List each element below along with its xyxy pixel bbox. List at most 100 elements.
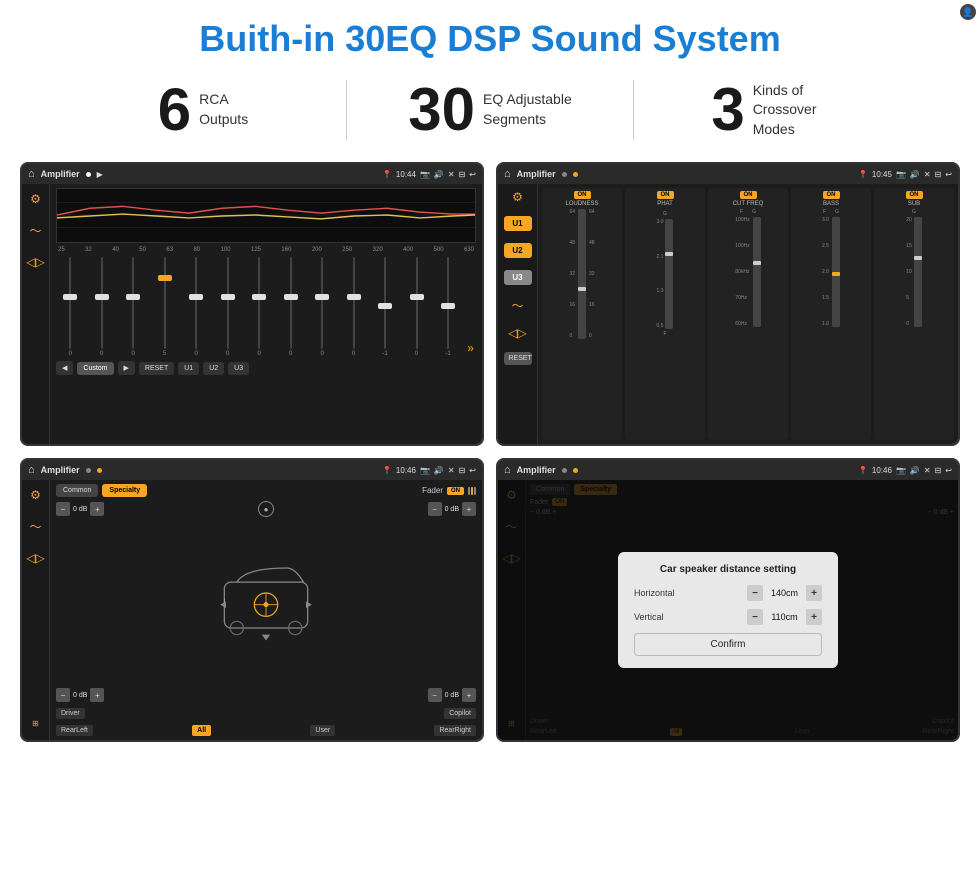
tab-specialty[interactable]: Specialty [102, 484, 147, 497]
eq-time: 10:44 [396, 170, 416, 179]
volume-row-1: − 0 dB + ● − 0 dB + [56, 501, 476, 517]
u1-btn[interactable]: U1 [504, 216, 532, 231]
cross-filter-icon[interactable]: ⚙ [512, 190, 523, 204]
all-btn[interactable]: All [192, 725, 211, 736]
eq-more-icon[interactable]: » [465, 339, 476, 357]
eq-filter-icon[interactable]: ⚙ [30, 192, 41, 206]
eq-prev-btn[interactable]: ◀ [56, 361, 73, 375]
close-icon-2[interactable]: ✕ [924, 170, 931, 179]
fader-on-toggle[interactable]: ON [447, 487, 464, 495]
loudness-on-badge[interactable]: ON [574, 191, 591, 199]
vol-plus-lt[interactable]: + [90, 502, 104, 516]
eq-volume-icon[interactable]: ◁▷ [26, 255, 44, 269]
eq-graph [56, 188, 476, 243]
eq-u2-btn[interactable]: U2 [203, 362, 224, 375]
topbar-icons-2: 📍 10:45 📷 🔊 ✕ ⊟ ↩ [858, 170, 952, 179]
vol-minus-rt[interactable]: − [428, 502, 442, 516]
vol-minus-lt[interactable]: − [56, 502, 70, 516]
stat-number-eq: 30 [408, 80, 475, 140]
window-icon[interactable]: ⊟ [459, 170, 466, 179]
fader-tabs: Common Specialty Fader ON 👤 [56, 484, 476, 497]
eq-slider-11: 0 [402, 257, 430, 357]
location-icon: 📍 [382, 170, 392, 179]
cutfreq-on-badge[interactable]: ON [740, 191, 757, 199]
eq-preset-btn[interactable]: Custom [77, 362, 113, 375]
eq-topbar-title: Amplifier [41, 169, 80, 179]
fader-filter-icon[interactable]: ⚙ [30, 488, 41, 502]
back-icon[interactable]: ↩ [469, 170, 476, 179]
window-icon-2[interactable]: ⊟ [935, 170, 942, 179]
tab-common[interactable]: Common [56, 484, 98, 497]
eq-wave-icon[interactable]: 〜 [29, 222, 41, 239]
loudness-label: LOUDNESS [565, 201, 598, 207]
cross-reset-btn[interactable]: RESET [504, 352, 532, 365]
window-icon-4[interactable]: ⊟ [935, 466, 942, 475]
rearleft-btn[interactable]: RearLeft [56, 725, 93, 736]
vol-right-bot: − 0 dB + [428, 688, 476, 702]
fader-wave-icon[interactable]: 〜 [29, 518, 41, 535]
distance-status-dot [573, 468, 578, 473]
vertical-plus-btn[interactable]: + [806, 609, 822, 625]
vol-plus-lb[interactable]: + [90, 688, 104, 702]
vol-minus-lb[interactable]: − [56, 688, 70, 702]
fader-main-area: Common Specialty Fader ON 👤 [50, 480, 482, 740]
screens-grid: ⌂ Amplifier ▶ 📍 10:44 📷 🔊 ✕ ⊟ ↩ ⚙ [0, 154, 980, 752]
eq-play-btn[interactable]: ▶ [118, 361, 135, 375]
eq-reset-btn[interactable]: RESET [139, 362, 174, 375]
crossover-time: 10:45 [872, 170, 892, 179]
vol-right-top: − 0 dB + [428, 502, 476, 516]
cross-vol-icon[interactable]: ◁▷ [508, 326, 526, 340]
eq-body: ⚙ 〜 ◁▷ [22, 184, 482, 444]
u3-btn[interactable]: U3 [504, 270, 532, 285]
window-icon-3[interactable]: ⊟ [459, 466, 466, 475]
vol-minus-rb[interactable]: − [428, 688, 442, 702]
confirm-button[interactable]: Confirm [634, 633, 822, 656]
bass-on-badge[interactable]: ON [823, 191, 840, 199]
cross-wave-icon[interactable]: 〜 [511, 297, 523, 314]
horizontal-minus-btn[interactable]: − [747, 585, 763, 601]
home-icon-3[interactable]: ⌂ [28, 464, 35, 476]
home-icon-4[interactable]: ⌂ [504, 464, 511, 476]
close-icon[interactable]: ✕ [448, 170, 455, 179]
back-icon-4[interactable]: ↩ [945, 466, 952, 475]
topbar-icons-4: 📍 10:46 📷 🔊 ✕ ⊟ ↩ [858, 466, 952, 475]
fader-extra-icon[interactable]: ⊞ [32, 719, 39, 728]
phat-label: PHAT [657, 201, 673, 207]
eq-slider-3: 5 [150, 257, 178, 357]
volume-icon-4: 🔊 [910, 466, 920, 475]
fader-sidebar: ⚙ 〜 ◁▷ ⊞ [22, 480, 50, 740]
vol-plus-rt[interactable]: + [462, 502, 476, 516]
rearright-btn[interactable]: RearRight [434, 725, 476, 736]
vertical-minus-btn[interactable]: − [747, 609, 763, 625]
screen-fader: ⌂ Amplifier 📍 10:46 📷 🔊 ✕ ⊟ ↩ ⚙ 〜 [20, 458, 484, 742]
home-icon[interactable]: ⌂ [28, 168, 35, 180]
eq-u3-btn[interactable]: U3 [228, 362, 249, 375]
u2-btn[interactable]: U2 [504, 243, 532, 258]
bottom-labels-2: RearLeft All User RearRight [56, 725, 476, 736]
phat-on-badge[interactable]: ON [657, 191, 674, 199]
module-sub: ON SUB G 20151050 [874, 188, 954, 440]
sub-on-badge[interactable]: ON [906, 191, 923, 199]
camera-icon: 📷 [420, 170, 430, 179]
fader-vol-icon[interactable]: ◁▷ [26, 551, 44, 565]
close-icon-4[interactable]: ✕ [924, 466, 931, 475]
close-icon-3[interactable]: ✕ [448, 466, 455, 475]
fader-screen: ⌂ Amplifier 📍 10:46 📷 🔊 ✕ ⊟ ↩ ⚙ 〜 [22, 460, 482, 740]
stat-eq: 30 EQ AdjustableSegments [347, 80, 633, 140]
cutfreq-label: CUT FREQ [733, 201, 764, 207]
back-icon-3[interactable]: ↩ [469, 466, 476, 475]
distance-dialog: Car speaker distance setting Horizontal … [618, 552, 838, 668]
dialog-title: Car speaker distance setting [634, 564, 822, 575]
user-btn[interactable]: User [310, 725, 335, 736]
back-icon-2[interactable]: ↩ [945, 170, 952, 179]
horizontal-plus-btn[interactable]: + [806, 585, 822, 601]
copilot-btn[interactable]: Copilot [444, 708, 476, 719]
fader-status-dot [97, 468, 102, 473]
eq-u1-btn[interactable]: U1 [178, 362, 199, 375]
vol-plus-rb[interactable]: + [462, 688, 476, 702]
sub-label: SUB [908, 201, 920, 207]
eq-slider-6: 0 [245, 257, 273, 357]
fader-topbar-title: Amplifier [41, 465, 80, 475]
home-icon-2[interactable]: ⌂ [504, 168, 511, 180]
driver-btn[interactable]: Driver [56, 708, 85, 719]
